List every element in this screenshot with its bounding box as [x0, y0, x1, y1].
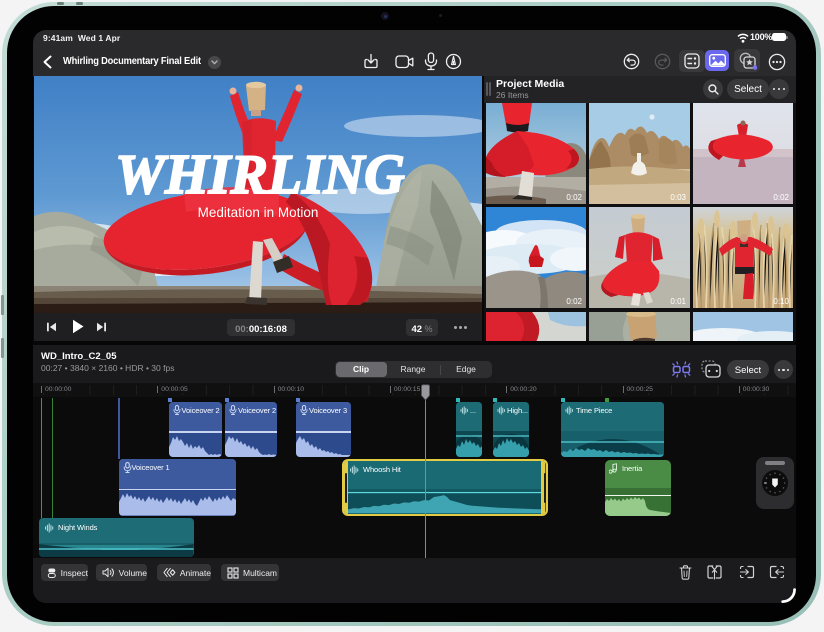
svg-text:WHIRLING: WHIRLING	[115, 144, 404, 206]
svg-text:0:03: 0:03	[670, 193, 686, 202]
svg-text:0:01: 0:01	[670, 297, 686, 306]
svg-text:0:02: 0:02	[566, 297, 582, 306]
svg-text:Meditation in Motion: Meditation in Motion	[198, 205, 319, 220]
svg-text:0:10: 0:10	[773, 297, 789, 306]
svg-text:0:02: 0:02	[566, 193, 582, 202]
svg-text:0:02: 0:02	[773, 193, 789, 202]
